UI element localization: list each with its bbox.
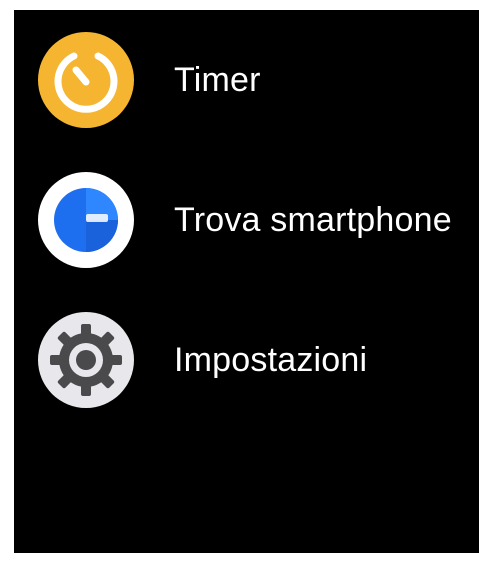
menu-item-timer[interactable]: Timer [38, 32, 261, 128]
menu-item-label: Trova smartphone [174, 200, 452, 239]
watch-screen: Timer Trova smartphone Impostazioni [14, 10, 479, 553]
menu-item-find-smartphone[interactable]: Trova smartphone [38, 172, 452, 268]
find-phone-icon [38, 172, 134, 268]
menu-item-label: Timer [174, 60, 261, 99]
menu-item-settings[interactable]: Impostazioni [38, 312, 367, 408]
menu-item-label: Impostazioni [174, 340, 368, 379]
settings-gear-icon [38, 312, 134, 408]
timer-icon [38, 32, 134, 128]
